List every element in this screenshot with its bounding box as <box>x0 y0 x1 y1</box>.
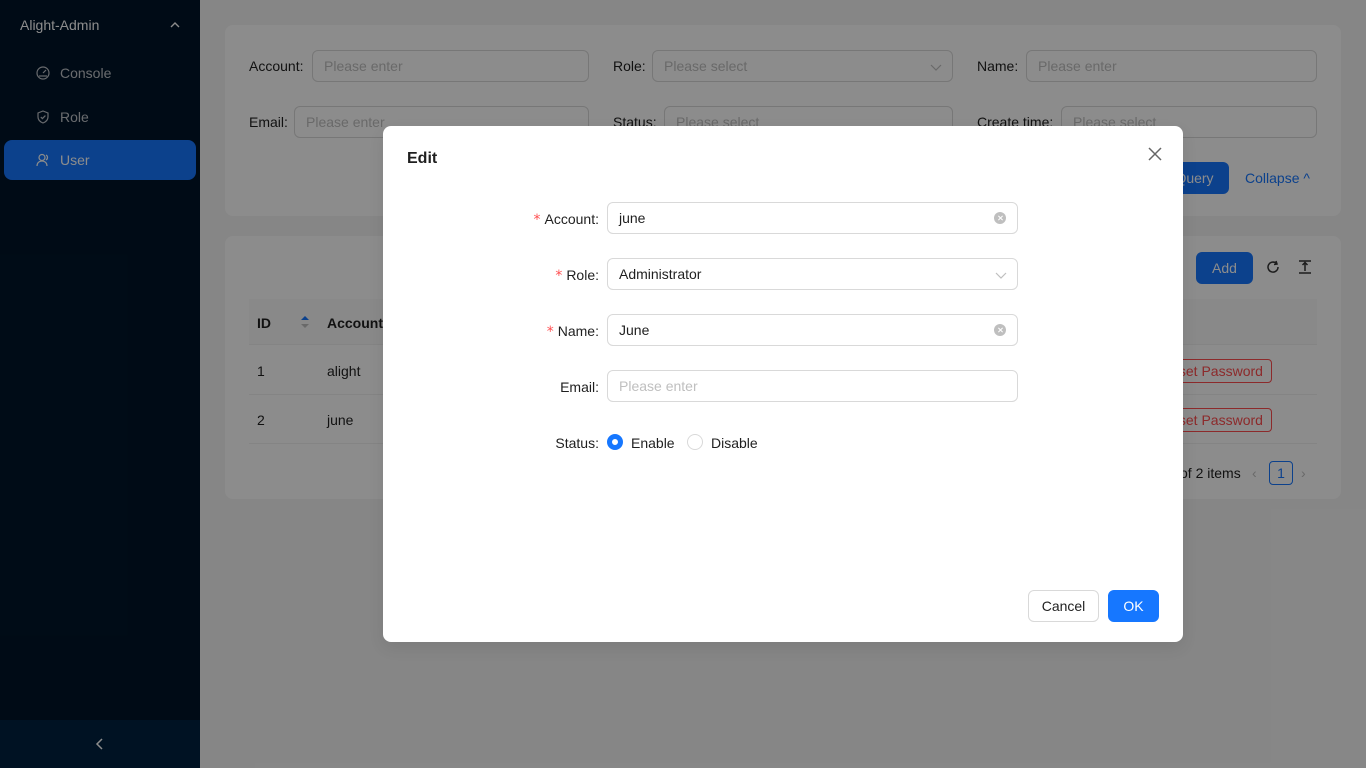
account-label: * Account: <box>533 211 599 228</box>
account-input[interactable]: june <box>607 202 1018 234</box>
email-label: Email: <box>560 379 599 395</box>
radio-enable-label[interactable]: Enable <box>631 435 675 451</box>
cancel-button[interactable]: Cancel <box>1028 590 1099 622</box>
status-label: Status: <box>555 435 599 451</box>
name-value: June <box>619 322 650 338</box>
radio-disable[interactable] <box>687 434 703 450</box>
chevron-down-icon <box>995 272 1007 279</box>
role-select[interactable]: Administrator <box>607 258 1018 290</box>
account-value: june <box>619 210 646 226</box>
close-icon[interactable] <box>1147 146 1163 162</box>
email-input[interactable]: Please enter <box>607 370 1018 402</box>
radio-enable[interactable] <box>607 434 623 450</box>
clear-icon[interactable] <box>994 212 1006 224</box>
edit-modal: Edit * Account: june * Role: Administrator… <box>383 126 1183 642</box>
name-label: * Name: <box>546 323 599 340</box>
role-label: * Role: <box>555 267 599 284</box>
radio-disable-label[interactable]: Disable <box>711 435 758 451</box>
name-input[interactable]: June <box>607 314 1018 346</box>
ok-button[interactable]: OK <box>1108 590 1159 622</box>
role-value: Administrator <box>619 266 702 282</box>
clear-icon[interactable] <box>994 324 1006 336</box>
modal-title: Edit <box>407 150 438 167</box>
